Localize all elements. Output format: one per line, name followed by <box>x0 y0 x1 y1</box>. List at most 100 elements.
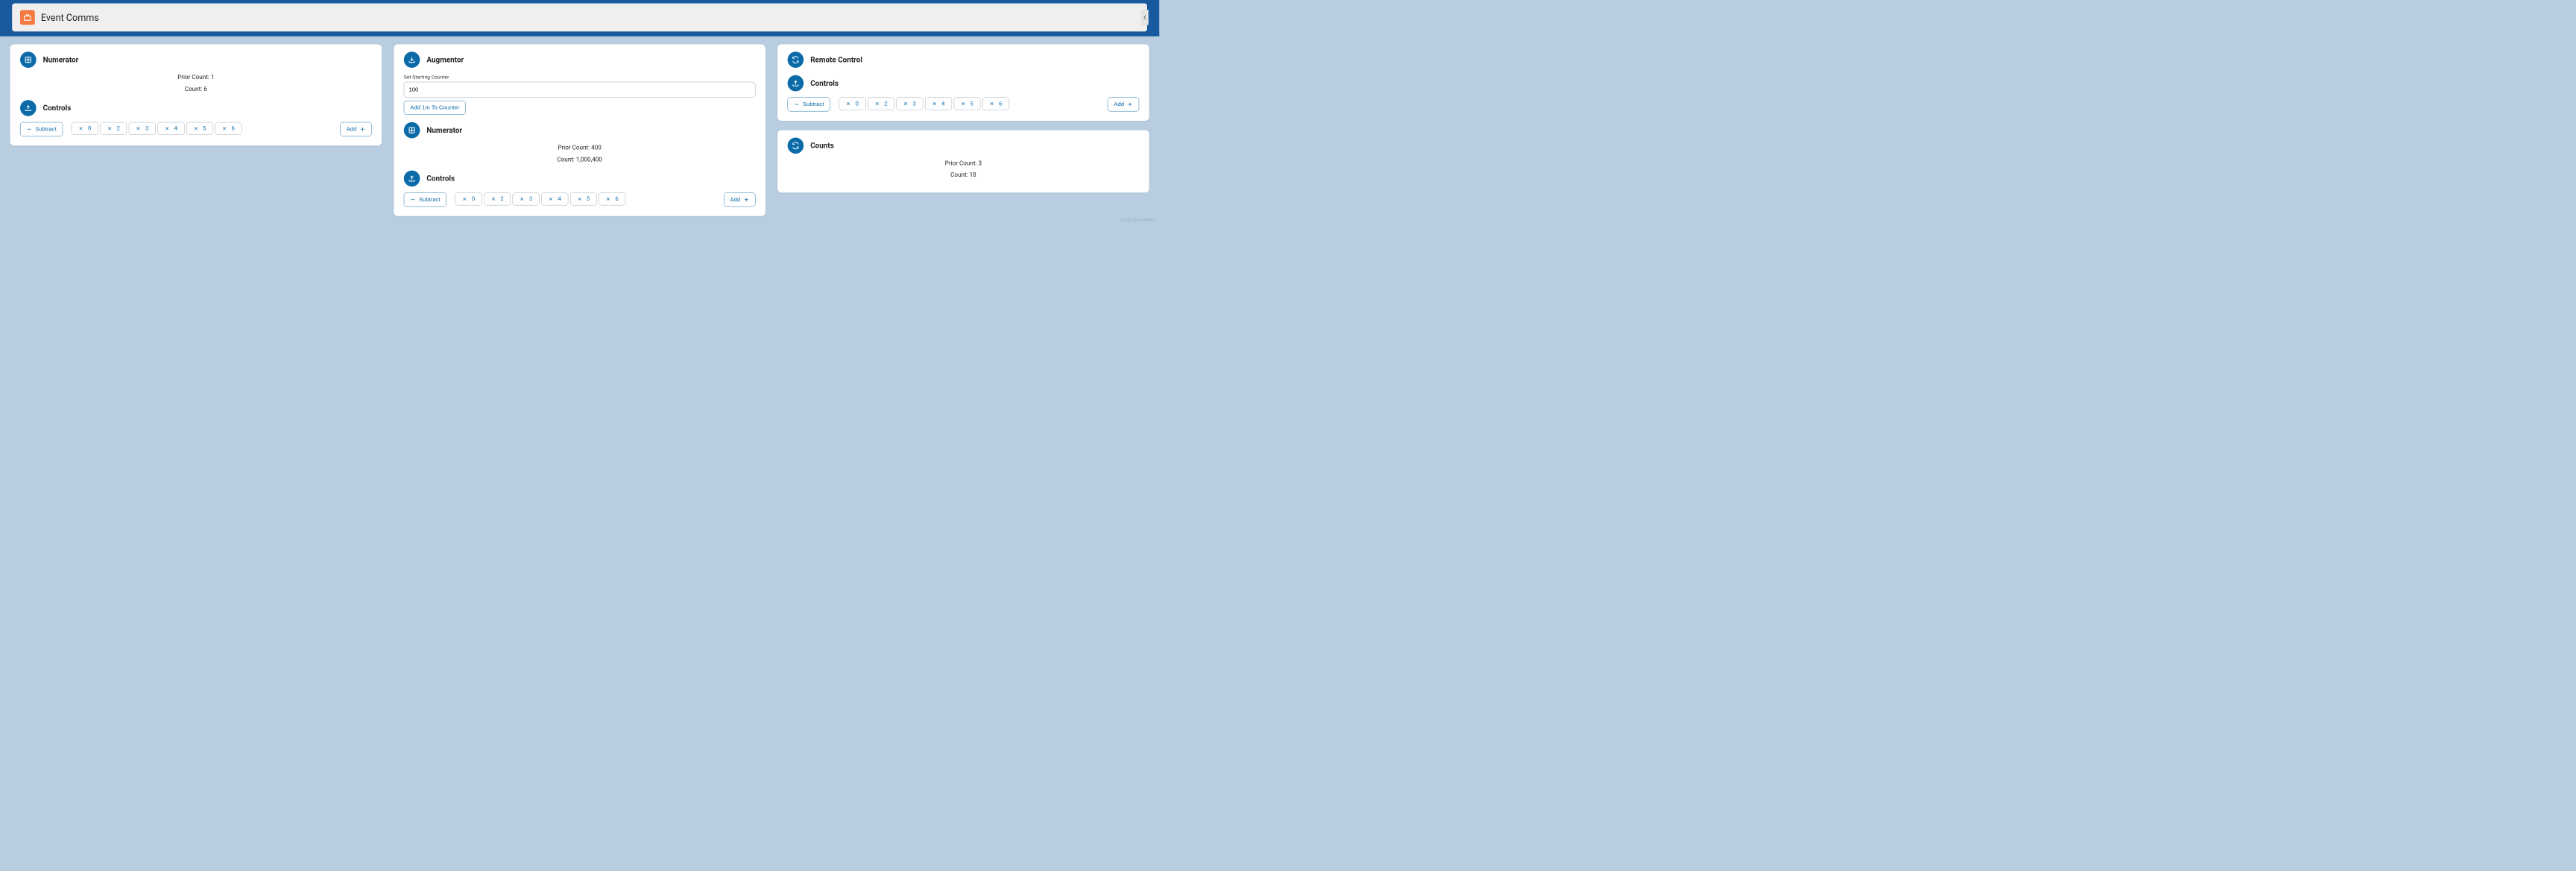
chip-label: 0 <box>472 195 475 202</box>
count-row: Count: 18 <box>788 172 1140 178</box>
chip-label: 4 <box>941 101 944 107</box>
chip-6[interactable]: 6 <box>215 122 242 135</box>
prior-count-label: Prior Count: <box>177 74 209 81</box>
x-icon <box>875 101 880 106</box>
starting-counter-input[interactable] <box>404 82 756 98</box>
column-2: Augmentor Set Starting Counter Add 1m To… <box>394 44 765 216</box>
chip-label: 0 <box>88 125 91 132</box>
x-icon <box>222 126 227 131</box>
chip-label: 0 <box>856 101 859 107</box>
x-icon <box>491 197 496 201</box>
chip-2[interactable]: 2 <box>868 98 894 110</box>
subtract-button[interactable]: Subtract <box>788 98 830 112</box>
minus-icon <box>27 127 32 132</box>
x-icon <box>903 101 908 106</box>
plus-icon <box>360 127 365 132</box>
chip-group-2: 0 23 4 5 6 <box>455 192 625 205</box>
count-label: Count: <box>950 172 967 178</box>
section-title: Augmentor <box>426 55 464 63</box>
add-button[interactable]: Add <box>1108 98 1139 112</box>
count-value: 1,000,400 <box>576 156 602 163</box>
chip-label: 5 <box>587 195 590 202</box>
section-title: Controls <box>810 79 839 87</box>
upload-icon <box>20 100 37 116</box>
section-controls-2: Controls Subtract 0 23 4 5 6 Add <box>404 171 756 207</box>
collapse-toggle[interactable] <box>1141 10 1148 25</box>
x-icon <box>193 126 198 131</box>
add-1m-label: Add 1m To Counter <box>410 104 459 111</box>
chip-label: 5 <box>203 125 206 132</box>
section-title: Numerator <box>426 126 462 134</box>
section-controls-3: Controls Subtract 0 2 3 4 56 Add <box>788 75 1140 112</box>
prior-count-row: Prior Count: 400 <box>404 145 756 151</box>
starting-counter-label: Set Starting Counter <box>404 74 756 80</box>
add-button[interactable]: Add <box>724 192 755 207</box>
chip-6[interactable]: 6 <box>599 192 625 205</box>
chip-label: 6 <box>232 125 235 132</box>
chip-label: 2 <box>884 101 887 107</box>
x-icon <box>961 101 965 106</box>
section-title: Controls <box>426 174 455 183</box>
chip-4[interactable]: 4 <box>541 192 568 205</box>
x-icon <box>990 101 994 106</box>
subtract-label: Subtract <box>35 126 56 133</box>
chip-0[interactable]: 0 <box>455 192 482 205</box>
chip-3[interactable]: 3 <box>129 122 156 135</box>
chip-5[interactable]: 5 <box>186 122 213 135</box>
count-value: 18 <box>970 172 976 178</box>
chip-5[interactable]: 5 <box>954 98 981 110</box>
add-1m-button[interactable]: Add 1m To Counter <box>404 101 466 115</box>
subtract-button[interactable]: Subtract <box>20 122 63 136</box>
chip-6[interactable]: 6 <box>982 98 1009 110</box>
prior-count-value: 400 <box>591 145 602 151</box>
chip-2[interactable]: 2 <box>100 122 127 135</box>
sync-icon <box>788 51 804 68</box>
count-label: Count: <box>557 156 574 163</box>
tv-icon <box>20 10 35 25</box>
sync-icon <box>788 138 804 154</box>
chip-label: 3 <box>145 125 148 132</box>
chip-label: 4 <box>558 195 561 202</box>
x-icon <box>932 101 937 106</box>
add-label: Add <box>347 126 357 133</box>
page-title: Event Comms <box>41 12 99 23</box>
chip-4[interactable]: 4 <box>925 98 952 110</box>
card-numerator-1: Numerator Prior Count: 1 Count: 6 <box>10 44 382 145</box>
plus-icon <box>744 197 749 202</box>
chip-3[interactable]: 3 <box>513 192 540 205</box>
chip-3[interactable]: 3 <box>897 98 924 110</box>
chip-0[interactable]: 0 <box>72 122 98 135</box>
subtract-button[interactable]: Subtract <box>404 192 446 207</box>
content-area: Numerator Prior Count: 1 Count: 6 <box>0 37 1159 224</box>
plus-icon <box>1127 101 1132 107</box>
x-icon <box>107 126 112 131</box>
section-augmentor: Augmentor Set Starting Counter Add 1m To… <box>404 51 756 115</box>
x-icon <box>549 197 553 201</box>
prior-count-label: Prior Count: <box>558 145 590 151</box>
section-title: Controls <box>43 104 72 112</box>
x-icon <box>165 126 169 131</box>
chip-group-3: 0 2 3 4 56 <box>839 98 1009 110</box>
x-icon <box>520 197 524 201</box>
upload-icon <box>788 75 804 92</box>
upload-icon <box>404 171 420 187</box>
x-icon <box>606 197 610 201</box>
prior-count-row: Prior Count: 3 <box>788 160 1140 166</box>
subtract-label: Subtract <box>419 196 440 203</box>
section-title: Numerator <box>43 55 79 63</box>
card-remote-control: Remote Control Controls Subtract 023456 <box>777 44 1149 121</box>
chip-0[interactable]: 0 <box>839 98 866 110</box>
download-icon <box>404 51 420 68</box>
chip-label: 6 <box>615 195 618 202</box>
top-bar: Event Comms <box>0 0 1159 37</box>
chip-5[interactable]: 5 <box>570 192 597 205</box>
prior-count-label: Prior Count: <box>945 160 977 166</box>
x-icon <box>846 101 850 106</box>
chip-label: 2 <box>117 125 120 132</box>
add-button[interactable]: Add <box>340 122 371 136</box>
section-numerator-1: Numerator Prior Count: 1 Count: 6 <box>20 51 372 92</box>
chip-2[interactable]: 2 <box>484 192 511 205</box>
chip-4[interactable]: 4 <box>158 122 185 135</box>
count-row: Count: 6 <box>20 86 372 92</box>
section-title: Counts <box>810 142 834 150</box>
